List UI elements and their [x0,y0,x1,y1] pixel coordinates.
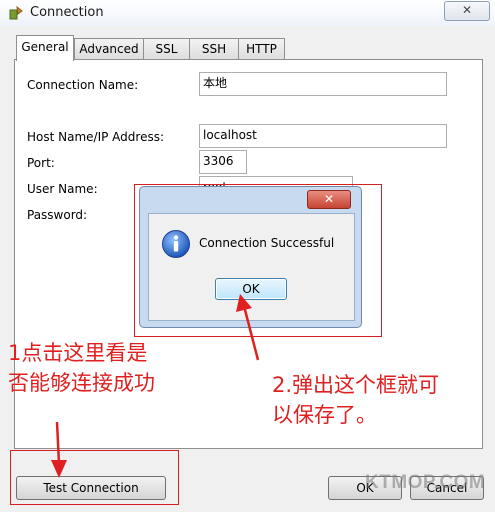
close-icon: ✕ [323,192,335,206]
host-input[interactable]: localhost [199,124,447,148]
app-icon [9,5,23,20]
tab-label: General [21,40,69,54]
window-title: Connection [30,5,104,20]
right-annotation: 2.弹出这个框就可 以保存了。 [272,370,439,430]
port-label: Port: [27,156,55,170]
password-label: Password: [27,208,88,222]
close-icon: ✕ [461,3,473,17]
tab-ssh[interactable]: SSH [189,38,239,60]
annotation-line: 否能够连接成功 [8,371,155,395]
username-label: User Name: [27,182,98,196]
port-input[interactable]: 3306 [199,150,247,174]
tab-ssl[interactable]: SSL [143,38,190,60]
button-label: Test Connection [43,481,139,495]
tab-http[interactable]: HTTP [238,38,285,60]
tab-label: SSH [201,42,227,56]
tab-general[interactable]: General [16,35,74,61]
connection-window: Connection ✕ General Advanced SSL SSH HT… [0,0,495,512]
annotation-line: 2.弹出这个框就可 [272,373,440,397]
dialog-arrow-icon [236,294,260,361]
connection-name-label: Connection Name: [27,78,139,92]
tab-label: Advanced [79,42,139,56]
host-label: Host Name/IP Address: [27,130,165,144]
tab-label: SSL [155,42,178,56]
title-bar: Connection ✕ [0,0,495,26]
annotation-line: 1点击这里看是 [8,341,148,365]
window-close-button[interactable]: ✕ [444,1,490,21]
left-annotation: 1点击这里看是 否能够连接成功 [8,338,155,398]
dialog-close-button[interactable]: ✕ [307,190,351,209]
annotation-line: 以保存了。 [272,403,377,427]
test-connection-button[interactable]: Test Connection [16,476,166,500]
test-button-arrow-icon [51,421,67,478]
dialog-message: Connection Successful [199,236,335,250]
tab-label: HTTP [246,42,277,56]
watermark-text: KTMOP.COM [365,472,486,493]
info-icon [162,230,190,258]
connection-name-input[interactable]: 本地 [199,72,447,96]
tab-advanced[interactable]: Advanced [74,38,144,60]
